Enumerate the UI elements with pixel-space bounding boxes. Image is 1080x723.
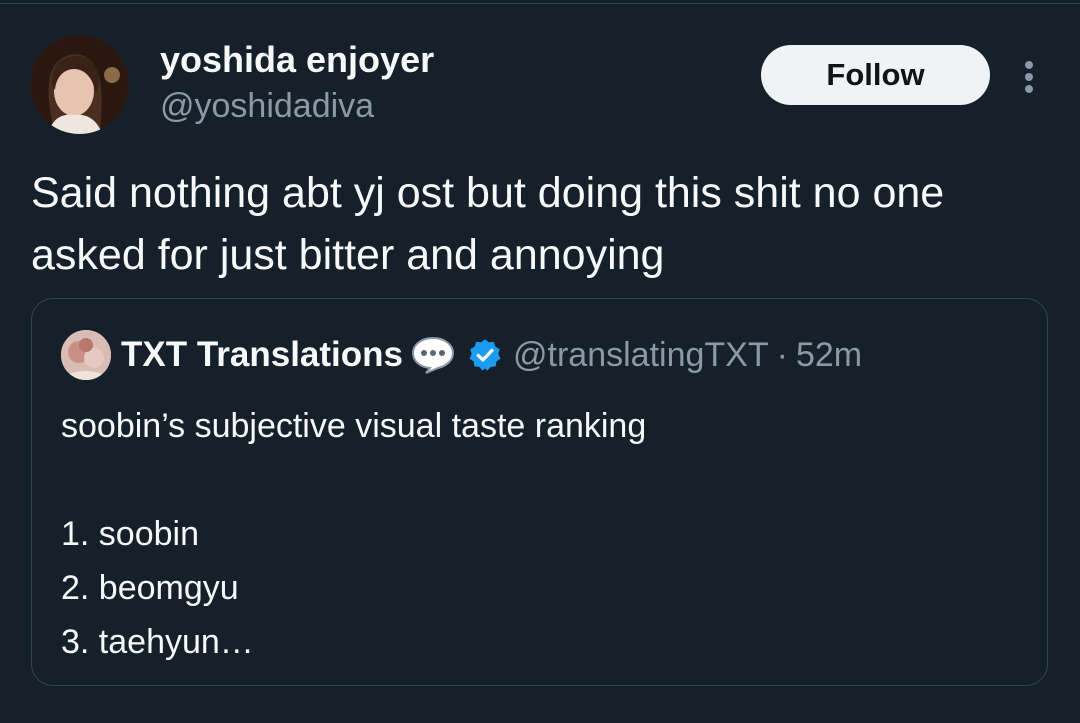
avatar-image — [30, 35, 129, 134]
speech-bubble-icon — [411, 336, 455, 374]
more-options-button[interactable] — [1012, 55, 1046, 99]
top-divider — [0, 3, 1080, 4]
quoted-author-handle[interactable]: @translatingTXT — [513, 336, 769, 375]
quoted-text-line: 3. taehyun… — [61, 623, 254, 661]
quoted-tweet-card[interactable]: TXT Translations @translatingTXT · 52m s… — [31, 298, 1048, 686]
tweet-text: Said nothing abt yj ost but doing this s… — [31, 169, 945, 279]
quoted-text-line: soobin’s subjective visual taste ranking — [61, 407, 647, 445]
quoted-text-line — [61, 453, 1021, 507]
quoted-text-line: 2. beomgyu — [61, 569, 239, 607]
author-handle[interactable]: @yoshidadiva — [160, 86, 374, 126]
author-avatar[interactable] — [30, 35, 129, 134]
quoted-tweet-header: TXT Translations @translatingTXT · 52m — [61, 328, 862, 382]
verified-badge-icon — [467, 337, 503, 373]
quoted-avatar-image — [61, 330, 111, 380]
quoted-timestamp[interactable]: 52m — [796, 336, 862, 375]
author-display-name[interactable]: yoshida enjoyer — [160, 38, 434, 82]
more-vertical-icon — [1025, 61, 1033, 93]
quoted-tweet-text: soobin’s subjective visual taste ranking… — [61, 399, 1021, 669]
separator-dot: · — [776, 335, 788, 374]
follow-button[interactable]: Follow — [761, 45, 990, 105]
quoted-text-line: 1. soobin — [61, 515, 199, 553]
quoted-author-avatar[interactable] — [61, 330, 111, 380]
quoted-author-name[interactable]: TXT Translations — [121, 335, 403, 375]
